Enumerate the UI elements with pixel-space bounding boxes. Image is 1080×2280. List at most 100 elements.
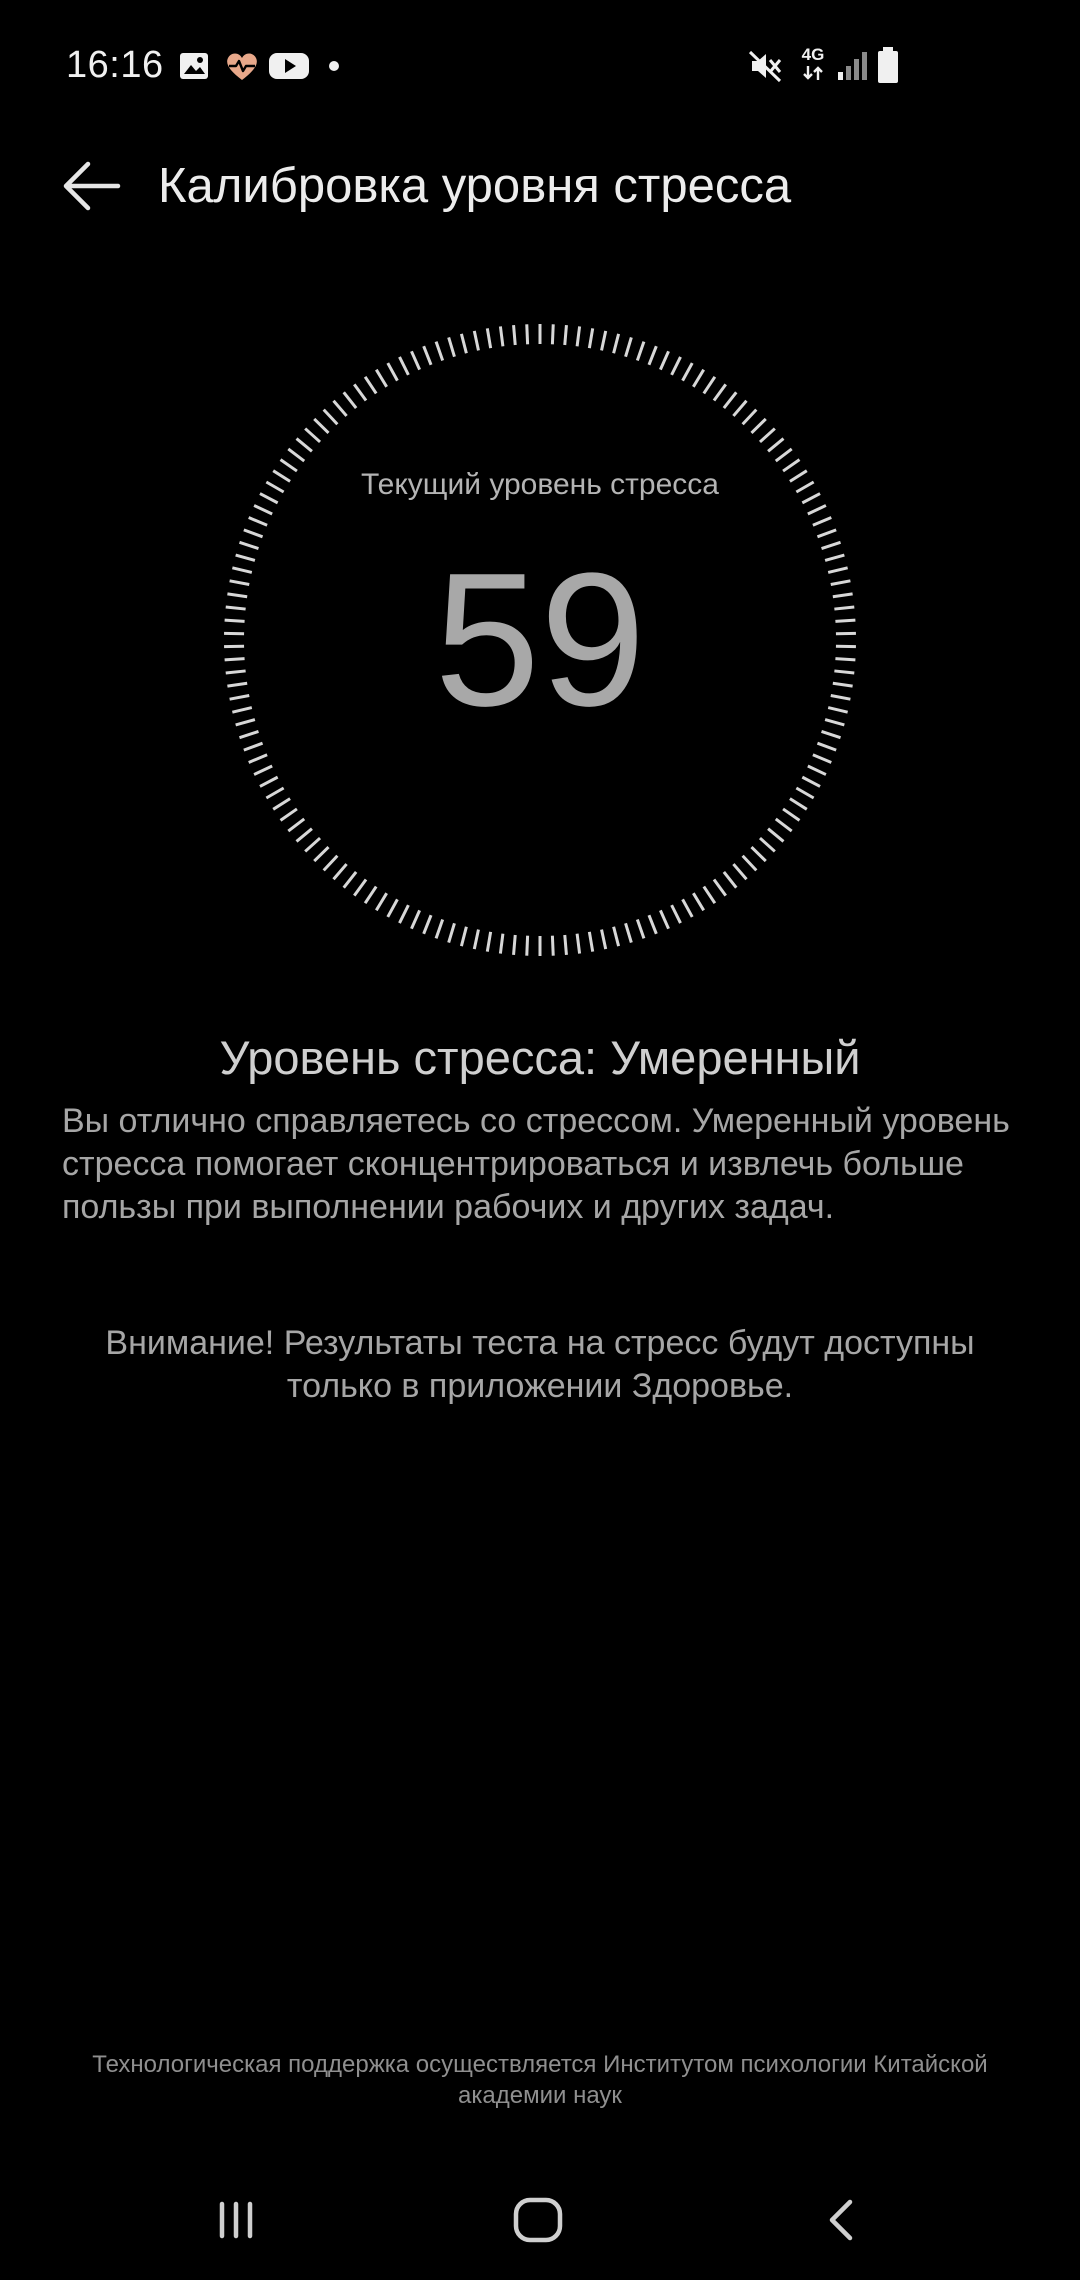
gauge-tick: [767, 437, 785, 453]
gauge-tick: [816, 741, 837, 752]
home-icon: [513, 2197, 563, 2243]
gauge-tick: [304, 427, 322, 444]
recents-icon: [219, 2201, 253, 2239]
gauge-tick: [525, 935, 530, 956]
stress-level-heading: Уровень стресса: Умеренный: [219, 1031, 861, 1084]
gauge-tick: [692, 368, 705, 388]
gauge-tick: [304, 836, 322, 853]
gauge-tick: [353, 878, 368, 897]
gauge-tick: [612, 333, 621, 354]
gauge-tick: [472, 330, 480, 351]
gauge-tick: [322, 408, 339, 426]
gauge-tick: [243, 741, 264, 752]
page-title: Калибровка уровня стресса: [158, 159, 792, 213]
gauge-tick: [635, 341, 646, 361]
gauge-tick: [732, 399, 748, 417]
gauge-tick: [363, 375, 378, 395]
gauge-tick: [472, 929, 480, 950]
gauge-tick: [332, 399, 348, 417]
gauge-tick: [447, 922, 456, 943]
gauge-tick: [313, 846, 330, 863]
gauge-tick: [587, 328, 595, 349]
gauge-tick: [812, 753, 832, 764]
gauge-tick: [702, 375, 717, 395]
gauge-tick: [659, 350, 670, 371]
gauge-tick: [410, 350, 421, 371]
gauge-tick: [512, 324, 517, 346]
gauge-tick: [692, 892, 705, 912]
gauge-tick: [647, 914, 658, 935]
gauge-tick: [550, 935, 555, 956]
gauge-tick: [279, 807, 298, 822]
home-button[interactable]: [468, 2160, 608, 2280]
gauge-tick: [722, 871, 738, 889]
gauge-tick: [659, 909, 670, 930]
gauge-tick: [812, 516, 832, 527]
gauge-tick: [750, 846, 767, 863]
gauge-tick: [459, 333, 468, 354]
gauge-tick: [575, 326, 582, 347]
gauge-tick: [265, 786, 285, 800]
gauge-tick: [807, 504, 827, 516]
gauge-tick: [563, 324, 568, 346]
gauge-tick: [624, 337, 633, 358]
gauge-tick: [774, 817, 793, 833]
gauge-tick: [253, 764, 273, 776]
notification-dot-icon: [329, 61, 339, 71]
gauge-caption: Текущий уровень стресса: [361, 468, 719, 501]
gauge-tick: [758, 836, 776, 853]
system-back-button[interactable]: [770, 2160, 910, 2280]
gauge-tick: [386, 898, 399, 918]
gauge-tick: [447, 337, 456, 358]
gauge-tick: [248, 753, 268, 764]
gauge-tick: [732, 863, 748, 881]
gauge-tick: [287, 447, 306, 463]
navigation-bar: [0, 2160, 1080, 2280]
gauge-tick: [459, 926, 468, 947]
gauge-tick: [434, 919, 445, 939]
gauge-tick: [322, 854, 339, 872]
gauge-tick: [253, 504, 273, 516]
gauge-tick: [575, 933, 582, 954]
recents-button[interactable]: [166, 2160, 306, 2280]
gauge-tick: [789, 797, 808, 811]
gauge-tick: [295, 827, 313, 843]
gauge-tick: [498, 326, 505, 347]
gauge-tick: [774, 447, 793, 463]
battery-icon: [878, 47, 898, 83]
gauge-tick: [624, 922, 633, 943]
gauge-tick: [295, 437, 313, 453]
gauge-tick: [498, 933, 505, 954]
back-button[interactable]: [52, 150, 136, 222]
gauge-tick: [422, 914, 433, 935]
gauge-tick: [702, 885, 717, 905]
gauge-tick: [612, 926, 621, 947]
gauge-tick: [525, 324, 530, 345]
gauge-tick: [353, 383, 368, 402]
gauge-tick: [712, 878, 727, 897]
gallery-icon: [180, 53, 208, 79]
gauge-tick: [485, 931, 493, 952]
gauge-tick: [801, 775, 821, 788]
gauge-tick: [243, 528, 264, 539]
signal-icon: [838, 52, 867, 80]
gauge-tick: [670, 904, 682, 924]
gauge-tick: [434, 341, 445, 361]
gauge-tick: [342, 391, 358, 409]
gauge-tick: [563, 934, 568, 956]
gauge-tick: [741, 408, 758, 426]
gauge-tick: [795, 786, 815, 800]
gauge-tick: [782, 807, 801, 822]
gauge-tick: [681, 898, 694, 918]
gauge-tick: [600, 330, 608, 351]
gauge-tick: [375, 892, 388, 912]
gauge-tick: [313, 417, 330, 434]
gauge-tick: [485, 328, 493, 349]
gauge-tick: [550, 324, 555, 345]
gauge-tick: [259, 775, 279, 788]
gauge-tick: [767, 827, 785, 843]
stress-level-description: Вы отлично справляетесь со стрессом. Уме…: [62, 1102, 1010, 1226]
gauge-tick: [670, 356, 682, 376]
gauge-tick: [600, 929, 608, 950]
gauge-tick: [287, 817, 306, 833]
